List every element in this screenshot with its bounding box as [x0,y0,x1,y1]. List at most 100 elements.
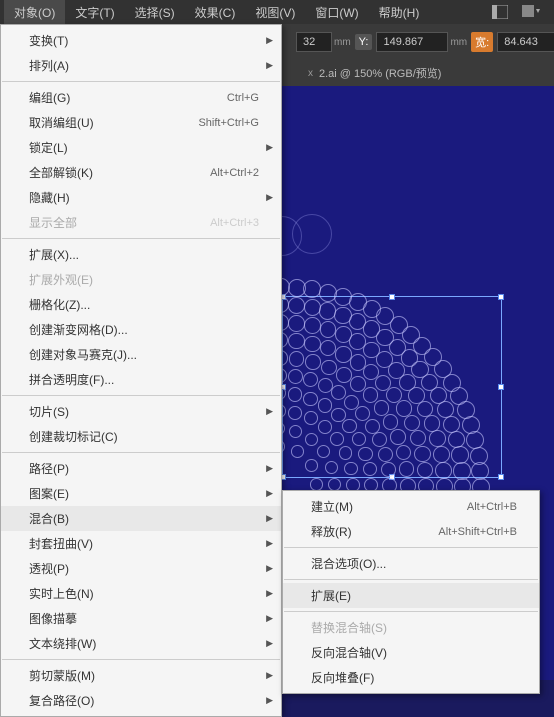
menu-unlock-all[interactable]: 全部解锁(K)Alt+Ctrl+2 [1,160,281,185]
chevron-right-icon: ▶ [266,142,273,153]
separator [2,238,280,239]
chevron-right-icon: ▶ [266,588,273,599]
menu-show-all: 显示全部Alt+Ctrl+3 [1,210,281,235]
menu-view[interactable]: 视图(V) [245,0,305,25]
chevron-right-icon: ▶ [266,538,273,549]
selection-handle[interactable] [498,384,504,390]
circle [304,411,318,425]
circle [342,419,356,433]
menubar: 对象(O) 文字(T) 选择(S) 效果(C) 视图(V) 窗口(W) 帮助(H… [0,0,554,24]
menu-flatten[interactable]: 拼合透明度(F)... [1,367,281,392]
circle [305,433,318,446]
circle [355,406,370,421]
menu-rasterize[interactable]: 栅格化(Z)... [1,292,281,317]
blend-submenu: 建立(M)Alt+Ctrl+B 释放(R)Alt+Shift+Ctrl+B 混合… [282,490,540,694]
circle [404,415,420,431]
menu-expand[interactable]: 扩展(X)... [1,242,281,267]
circle [365,419,380,434]
circle [288,406,302,420]
menu-blend[interactable]: 混合(B)▶ [1,506,281,531]
circle [339,446,353,460]
chevron-right-icon: ▶ [266,406,273,417]
submenu-reverse-front[interactable]: 反向堆叠(F) [283,665,539,690]
submenu-options[interactable]: 混合选项(O)... [283,551,539,576]
separator [2,452,280,453]
separator [284,611,538,612]
circle [414,446,430,462]
circle [304,336,320,352]
circle [396,400,412,416]
circle [374,400,390,416]
document-tab[interactable]: x 2.ai @ 150% (RGB/预览) [300,61,449,85]
circle [390,429,406,445]
submenu-expand[interactable]: 扩展(E) [283,583,539,608]
menu-gradient-mesh[interactable]: 创建渐变网格(D)... [1,317,281,342]
circle [410,430,426,446]
menu-window[interactable]: 窗口(W) [305,0,368,25]
selection-handle[interactable] [498,294,504,300]
menu-crop-marks[interactable]: 创建裁切标记(C) [1,424,281,449]
circle [288,333,304,349]
menu-clipping-mask[interactable]: 剪切蒙版(M)▶ [1,663,281,688]
menu-arrange[interactable]: 排列(A)▶ [1,53,281,78]
menu-perspective[interactable]: 透视(P)▶ [1,556,281,581]
separator [284,579,538,580]
menu-ungroup[interactable]: 取消编组(U)Shift+Ctrl+G [1,110,281,135]
menubar-icons [490,4,550,20]
chevron-right-icon: ▶ [266,638,273,649]
separator [284,547,538,548]
circle [305,459,318,472]
circle [304,317,321,334]
menu-type[interactable]: 文字(T) [65,0,124,25]
circle [435,462,452,479]
submenu-reverse-spine[interactable]: 反向混合轴(V) [283,640,539,665]
selection-handle[interactable] [498,474,504,480]
w-label: 宽: [471,32,493,52]
menu-envelope[interactable]: 封套扭曲(V)▶ [1,531,281,556]
menu-path[interactable]: 路径(P)▶ [1,456,281,481]
y-value[interactable]: 149.867 [376,32,448,52]
circle [417,462,433,478]
circle [292,214,332,254]
chevron-right-icon: ▶ [266,695,273,706]
x-unit: mm [334,37,351,48]
menu-group[interactable]: 编组(G)Ctrl+G [1,85,281,110]
w-value[interactable]: 84.643 [497,32,554,52]
close-icon[interactable]: x [308,68,313,79]
chevron-right-icon: ▶ [266,192,273,203]
chevron-right-icon: ▶ [266,35,273,46]
circle [453,462,470,479]
menu-effect[interactable]: 效果(C) [185,0,246,25]
selection-handle[interactable] [389,294,395,300]
menu-slice[interactable]: 切片(S)▶ [1,399,281,424]
selection-handle[interactable] [282,474,286,480]
menu-select[interactable]: 选择(S) [125,0,185,25]
menu-compound-path[interactable]: 复合路径(O)▶ [1,688,281,713]
y-unit: mm [450,37,467,48]
submenu-replace-spine: 替换混合轴(S) [283,615,539,640]
menu-mosaic[interactable]: 创建对象马赛克(J)... [1,342,281,367]
menu-lock[interactable]: 锁定(L)▶ [1,135,281,160]
workspace-icon[interactable] [522,4,542,20]
circle [433,446,450,463]
menu-image-trace[interactable]: 图像描摹▶ [1,606,281,631]
submenu-release[interactable]: 释放(R)Alt+Shift+Ctrl+B [283,519,539,544]
menu-help[interactable]: 帮助(H) [369,0,430,25]
menu-pattern[interactable]: 图案(E)▶ [1,481,281,506]
menu-transform[interactable]: 变换(T)▶ [1,28,281,53]
separator [2,81,280,82]
menu-text-wrap[interactable]: 文本绕排(W)▶ [1,631,281,656]
layout-icon[interactable] [490,4,510,20]
circle [336,367,352,383]
chevron-right-icon: ▶ [266,60,273,71]
submenu-make[interactable]: 建立(M)Alt+Ctrl+B [283,494,539,519]
circle [321,360,337,376]
y-label: Y: [355,34,373,50]
x-value[interactable]: 32 [296,32,332,52]
tab-title: 2.ai @ 150% (RGB/预览) [319,65,441,81]
chevron-right-icon: ▶ [266,670,273,681]
menu-live-paint[interactable]: 实时上色(N)▶ [1,581,281,606]
menu-object[interactable]: 对象(O) [4,0,65,25]
menu-hide[interactable]: 隐藏(H)▶ [1,185,281,210]
circle [318,398,332,412]
